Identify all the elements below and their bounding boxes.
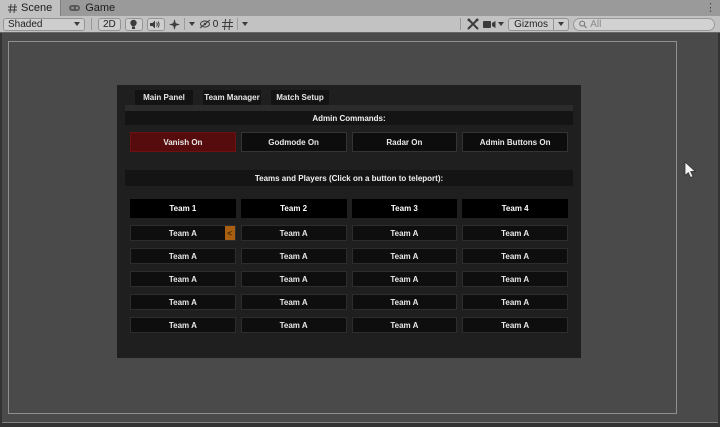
scene-effects-group[interactable] [168, 18, 195, 30]
tab-scene[interactable]: Scene [0, 0, 62, 16]
scene-camera-dropdown[interactable] [483, 20, 505, 29]
cursor-arrow-icon [684, 161, 697, 179]
player-button[interactable]: Team A [351, 248, 458, 264]
player-button[interactable]: Team A [240, 225, 347, 241]
toolbar-divider [460, 18, 462, 30]
player-button[interactable]: Team A [130, 317, 236, 333]
mouse-cursor [684, 161, 697, 184]
game-controller-icon [69, 4, 81, 12]
grid-icon [222, 18, 234, 30]
tab-game[interactable]: Game [61, 0, 123, 16]
hidden-count: 0 [212, 18, 219, 30]
player-button[interactable]: Team A [462, 248, 568, 264]
tab-match-setup[interactable]: Match Setup [271, 90, 329, 105]
grid-visibility-group[interactable] [222, 18, 249, 30]
vanish-button[interactable]: Vanish On [130, 132, 236, 152]
panel-tabs: Main Panel Team Manager Match Setup [135, 90, 329, 105]
player-button[interactable]: Team A [351, 271, 458, 287]
player-button-label: Team A [168, 228, 197, 238]
godmode-button[interactable]: Godmode On [240, 132, 347, 152]
player-button[interactable]: Team A [351, 317, 458, 333]
team-3-header[interactable]: Team 3 [351, 199, 458, 218]
radar-button[interactable]: Radar On [351, 132, 458, 152]
toggle-2d-button[interactable]: 2D [98, 17, 121, 31]
gizmos-dropdown[interactable]: Gizmos [508, 17, 569, 31]
tab-scene-label: Scene [21, 2, 53, 14]
scene-viewport[interactable]: Main Panel Team Manager Match Setup Admi… [2, 33, 718, 423]
admin-buttons-toggle[interactable]: Admin Buttons On [462, 132, 568, 152]
scene-search-field[interactable] [573, 17, 715, 31]
effects-sparkle-icon [168, 18, 180, 30]
player-button[interactable]: Team A [351, 294, 458, 310]
player-button[interactable]: Team A [240, 248, 347, 264]
search-input[interactable] [590, 18, 709, 30]
admin-buttons-row: Vanish On Godmode On Radar On Admin Butt… [130, 132, 568, 152]
admin-commands-header: Admin Commands: [125, 111, 573, 125]
player-button[interactable]: Team A [240, 271, 347, 287]
chevron-down-icon [74, 22, 80, 26]
chevron-down-icon [498, 22, 505, 26]
tab-team-manager[interactable]: Team Manager [203, 90, 261, 105]
chevron-down-icon [242, 22, 249, 26]
scene-lighting-button[interactable] [124, 17, 143, 31]
team-1-header[interactable]: Team 1 [130, 199, 236, 218]
gizmos-label: Gizmos [514, 18, 548, 30]
tab-game-label: Game [85, 2, 116, 14]
toolbar-divider [237, 18, 239, 30]
tool-settings-button[interactable] [467, 18, 479, 30]
lightbulb-icon [130, 19, 137, 29]
player-button[interactable]: Team A [462, 271, 568, 287]
tab-main-panel[interactable]: Main Panel [135, 90, 193, 105]
draw-mode-label: Shaded [8, 18, 43, 30]
player-button[interactable]: Team A [351, 225, 458, 241]
player-button[interactable]: Team A [240, 317, 347, 333]
player-button[interactable]: Team A [462, 294, 568, 310]
draw-mode-dropdown[interactable]: Shaded [3, 17, 85, 31]
player-button[interactable]: Team A [130, 248, 236, 264]
team-4-header[interactable]: Team 4 [462, 199, 568, 218]
tools-icon [467, 18, 479, 30]
game-ui-panel: Main Panel Team Manager Match Setup Admi… [117, 85, 581, 358]
scene-toolbar: Shaded 2D 0 Gizmos [0, 16, 720, 33]
selection-marker: < [224, 226, 235, 240]
chevron-down-icon [188, 22, 195, 26]
player-button[interactable]: Team A [130, 294, 236, 310]
toolbar-divider [183, 18, 185, 30]
teams-grid: Team 1 Team 2 Team 3 Team 4 Team A < Team… [130, 199, 568, 333]
camera-icon [483, 20, 496, 28]
teams-players-header: Teams and Players (Click on a button to … [125, 170, 573, 186]
scene-audio-button[interactable] [146, 17, 165, 31]
toolbar-divider [91, 18, 92, 30]
player-button[interactable]: Team A [130, 271, 236, 287]
team-2-header[interactable]: Team 2 [240, 199, 347, 218]
player-button[interactable]: Team A < [130, 225, 236, 241]
hidden-eye-icon [199, 19, 211, 29]
window-menu-icon[interactable]: ⋮ [705, 1, 716, 15]
speaker-icon [150, 20, 160, 28]
player-button[interactable]: Team A [462, 317, 568, 333]
scene-grid-icon [8, 3, 17, 13]
chevron-down-icon [558, 22, 564, 26]
scene-visibility-toggle[interactable]: 0 [199, 18, 219, 30]
player-button[interactable]: Team A [462, 225, 568, 241]
editor-tab-bar: Scene Game ⋮ [0, 0, 720, 16]
search-icon [579, 20, 587, 28]
player-button[interactable]: Team A [240, 294, 347, 310]
toolbar-right-group: Gizmos [458, 17, 717, 31]
